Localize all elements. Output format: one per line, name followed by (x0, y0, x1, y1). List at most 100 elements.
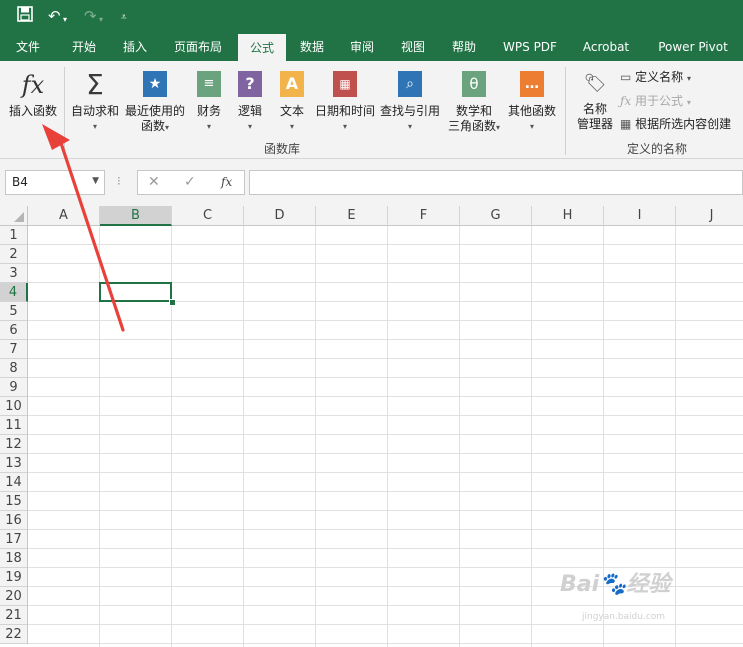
column-header-c[interactable]: C (172, 206, 244, 226)
tab-file[interactable]: 文件 (4, 33, 52, 61)
chevron-down-icon: ▾ (496, 123, 501, 132)
insert-function-button[interactable]: fx 插入函数 (4, 70, 62, 132)
insert-function-fx-icon[interactable]: fx (221, 175, 232, 189)
cancel-icon[interactable]: ✕ (148, 174, 160, 190)
grid-hline (28, 396, 743, 397)
theta-icon: θ (462, 71, 486, 97)
fill-handle[interactable] (169, 299, 176, 306)
tab-acrobat[interactable]: Acrobat (574, 33, 638, 61)
row-header-1[interactable]: 1 (0, 226, 28, 245)
financial-button[interactable]: ≡ 财务 ▾ (191, 70, 227, 138)
grid-hline (28, 529, 743, 530)
more-functions-label: 其他函数 (507, 104, 556, 118)
row-header-3[interactable]: 3 (0, 264, 28, 283)
column-header-j[interactable]: J (676, 206, 743, 226)
row-header-20[interactable]: 20 (0, 587, 28, 606)
undo-icon[interactable]: ↶ (48, 6, 61, 26)
tab-home[interactable]: 开始 (60, 33, 108, 61)
column-header-e[interactable]: E (316, 206, 388, 226)
row-header-22[interactable]: 22 (0, 625, 28, 644)
name-box[interactable]: B4 ▼ (5, 170, 105, 195)
row-header-9[interactable]: 9 (0, 378, 28, 397)
more-functions-button[interactable]: … 其他函数 ▾ (505, 70, 559, 138)
column-header-h[interactable]: H (532, 206, 604, 226)
formula-input[interactable] (249, 170, 743, 195)
tab-review[interactable]: 审阅 (338, 33, 386, 61)
lookup-reference-button[interactable]: ⌕ 查找与引用 ▾ (378, 70, 442, 138)
tab-power-pivot[interactable]: Power Pivot (648, 33, 738, 61)
define-name-button[interactable]: ▭ 定义名称 ▾ (620, 70, 691, 86)
chevron-down-icon: ▾ (529, 122, 534, 131)
ribbon-formulas: fx 插入函数 Σ 自动求和 ▾ ★ 最近使用的 函数▾ ≡ 财务 ▾ ? 逻辑… (0, 61, 743, 159)
grid-hline (28, 415, 743, 416)
logical-button[interactable]: ? 逻辑 ▾ (232, 70, 268, 138)
tab-wps-pdf[interactable]: WPS PDF (494, 33, 566, 61)
insert-function-label: 插入函数 (8, 104, 57, 118)
math-trig-button[interactable]: θ 数学和 三角函数▾ (443, 70, 505, 138)
row-header-17[interactable]: 17 (0, 530, 28, 549)
row-header-5[interactable]: 5 (0, 302, 28, 321)
column-header-b[interactable]: B (100, 206, 172, 226)
tab-formulas[interactable]: 公式 (238, 34, 286, 61)
select-all-corner[interactable] (0, 206, 28, 226)
create-from-selection-button[interactable]: ▦ 根据所选内容创建 (620, 117, 731, 132)
autosum-label: 自动求和 (70, 104, 119, 118)
chevron-down-icon: ▾ (165, 123, 170, 132)
tab-page-layout[interactable]: 页面布局 (167, 33, 229, 61)
group-label-defined-names: 定义的名称 (627, 142, 688, 156)
column-header-f[interactable]: F (388, 206, 460, 226)
undo-dropdown-icon[interactable]: ▾ (63, 10, 67, 30)
row-header-4[interactable]: 4 (0, 283, 28, 302)
row-header-15[interactable]: 15 (0, 492, 28, 511)
row-header-6[interactable]: 6 (0, 321, 28, 340)
grid-hline (28, 263, 743, 264)
grid-vline (675, 226, 676, 647)
autosum-button[interactable]: Σ 自动求和 ▾ (68, 70, 122, 138)
use-in-formula-button[interactable]: ƒx 用于公式 ▾ (620, 94, 691, 110)
redo-dropdown-icon[interactable]: ▾ (99, 10, 103, 30)
sigma-icon: Σ (86, 68, 104, 101)
selected-cell-b4[interactable] (99, 282, 172, 302)
row-header-2[interactable]: 2 (0, 245, 28, 264)
row-header-16[interactable]: 16 (0, 511, 28, 530)
row-header-13[interactable]: 13 (0, 454, 28, 473)
name-manager-label-1: 名称 (582, 102, 607, 116)
name-tags-icon: 🏷 (583, 73, 607, 94)
grid-hline (28, 643, 743, 644)
grid-vline (531, 226, 532, 647)
chevron-down-icon[interactable]: ▼ (92, 176, 99, 186)
row-header-14[interactable]: 14 (0, 473, 28, 492)
column-header-a[interactable]: A (28, 206, 100, 226)
row-header-12[interactable]: 12 (0, 435, 28, 454)
redo-icon[interactable]: ↷ (84, 6, 97, 26)
grid-vline (243, 226, 244, 647)
column-header-i[interactable]: I (604, 206, 676, 226)
magnifier-book-icon: ⌕ (398, 71, 422, 97)
row-header-21[interactable]: 21 (0, 606, 28, 625)
baidu-watermark-url: jingyan.baidu.com (582, 612, 666, 622)
enter-icon[interactable]: ✓ (184, 174, 196, 190)
date-time-button[interactable]: ▦ 日期和时间 ▾ (312, 70, 378, 138)
chevron-down-icon: ▾ (342, 122, 347, 131)
tab-help[interactable]: 帮助 (440, 33, 488, 61)
tab-view[interactable]: 视图 (389, 33, 437, 61)
chevron-down-icon: ▾ (289, 122, 294, 131)
column-header-d[interactable]: D (244, 206, 316, 226)
row-header-11[interactable]: 11 (0, 416, 28, 435)
customize-icon[interactable]: ⩡ (121, 8, 127, 28)
tab-insert[interactable]: 插入 (111, 33, 159, 61)
ribbon-tabs: 文件 开始 插入 页面布局 公式 数据 审阅 视图 帮助 WPS PDF Acr… (0, 33, 743, 61)
chevron-down-icon: ▾ (686, 98, 691, 107)
row-header-19[interactable]: 19 (0, 568, 28, 587)
row-header-7[interactable]: 7 (0, 340, 28, 359)
save-icon[interactable] (17, 6, 33, 27)
tab-data[interactable]: 数据 (288, 33, 336, 61)
row-header-18[interactable]: 18 (0, 549, 28, 568)
row-header-8[interactable]: 8 (0, 359, 28, 378)
recently-used-button[interactable]: ★ 最近使用的 函数▾ (123, 70, 187, 138)
row-header-10[interactable]: 10 (0, 397, 28, 416)
column-header-g[interactable]: G (460, 206, 532, 226)
text-button[interactable]: A 文本 ▾ (274, 70, 310, 138)
name-manager-button[interactable]: 🏷 名称 管理器 (572, 72, 618, 138)
use-in-formula-label: 用于公式 (635, 94, 684, 108)
